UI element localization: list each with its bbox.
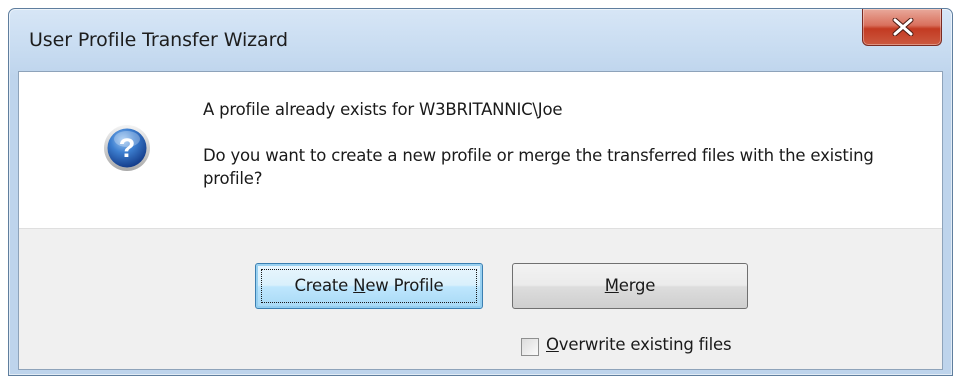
question-icon: ?: [104, 125, 150, 171]
merge-button-accelerator: M: [604, 276, 619, 295]
merge-button[interactable]: Merge: [512, 263, 748, 309]
window-title: User Profile Transfer Wizard: [29, 29, 288, 51]
message-area: ? A profile already exists for W3BRITANN…: [19, 72, 942, 229]
overwrite-accelerator: O: [546, 335, 559, 354]
dialog-client-area: ? A profile already exists for W3BRITANN…: [18, 71, 943, 370]
overwrite-existing-files-checkbox[interactable]: [521, 338, 539, 356]
close-x-icon: [892, 18, 914, 36]
dialog-window: User Profile Transfer Wizard ? A profile…: [8, 8, 953, 376]
create-button-label-pre: Create: [294, 276, 354, 295]
create-button-label-post: ew Profile: [365, 276, 444, 295]
message-question: Do you want to create a new profile or m…: [203, 146, 874, 188]
message-profile-exists: A profile already exists for W3BRITANNIC…: [203, 100, 563, 119]
overwrite-checkbox-label[interactable]: Overwrite existing files: [546, 335, 732, 354]
create-new-profile-button[interactable]: Create New Profile: [255, 263, 483, 309]
overwrite-label-rest: verwrite existing files: [558, 335, 732, 354]
merge-button-label-post: erge: [618, 276, 656, 295]
svg-text:?: ?: [119, 133, 136, 163]
close-button[interactable]: [862, 9, 942, 46]
title-bar[interactable]: User Profile Transfer Wizard: [9, 9, 952, 71]
create-button-accelerator: N: [353, 276, 366, 295]
